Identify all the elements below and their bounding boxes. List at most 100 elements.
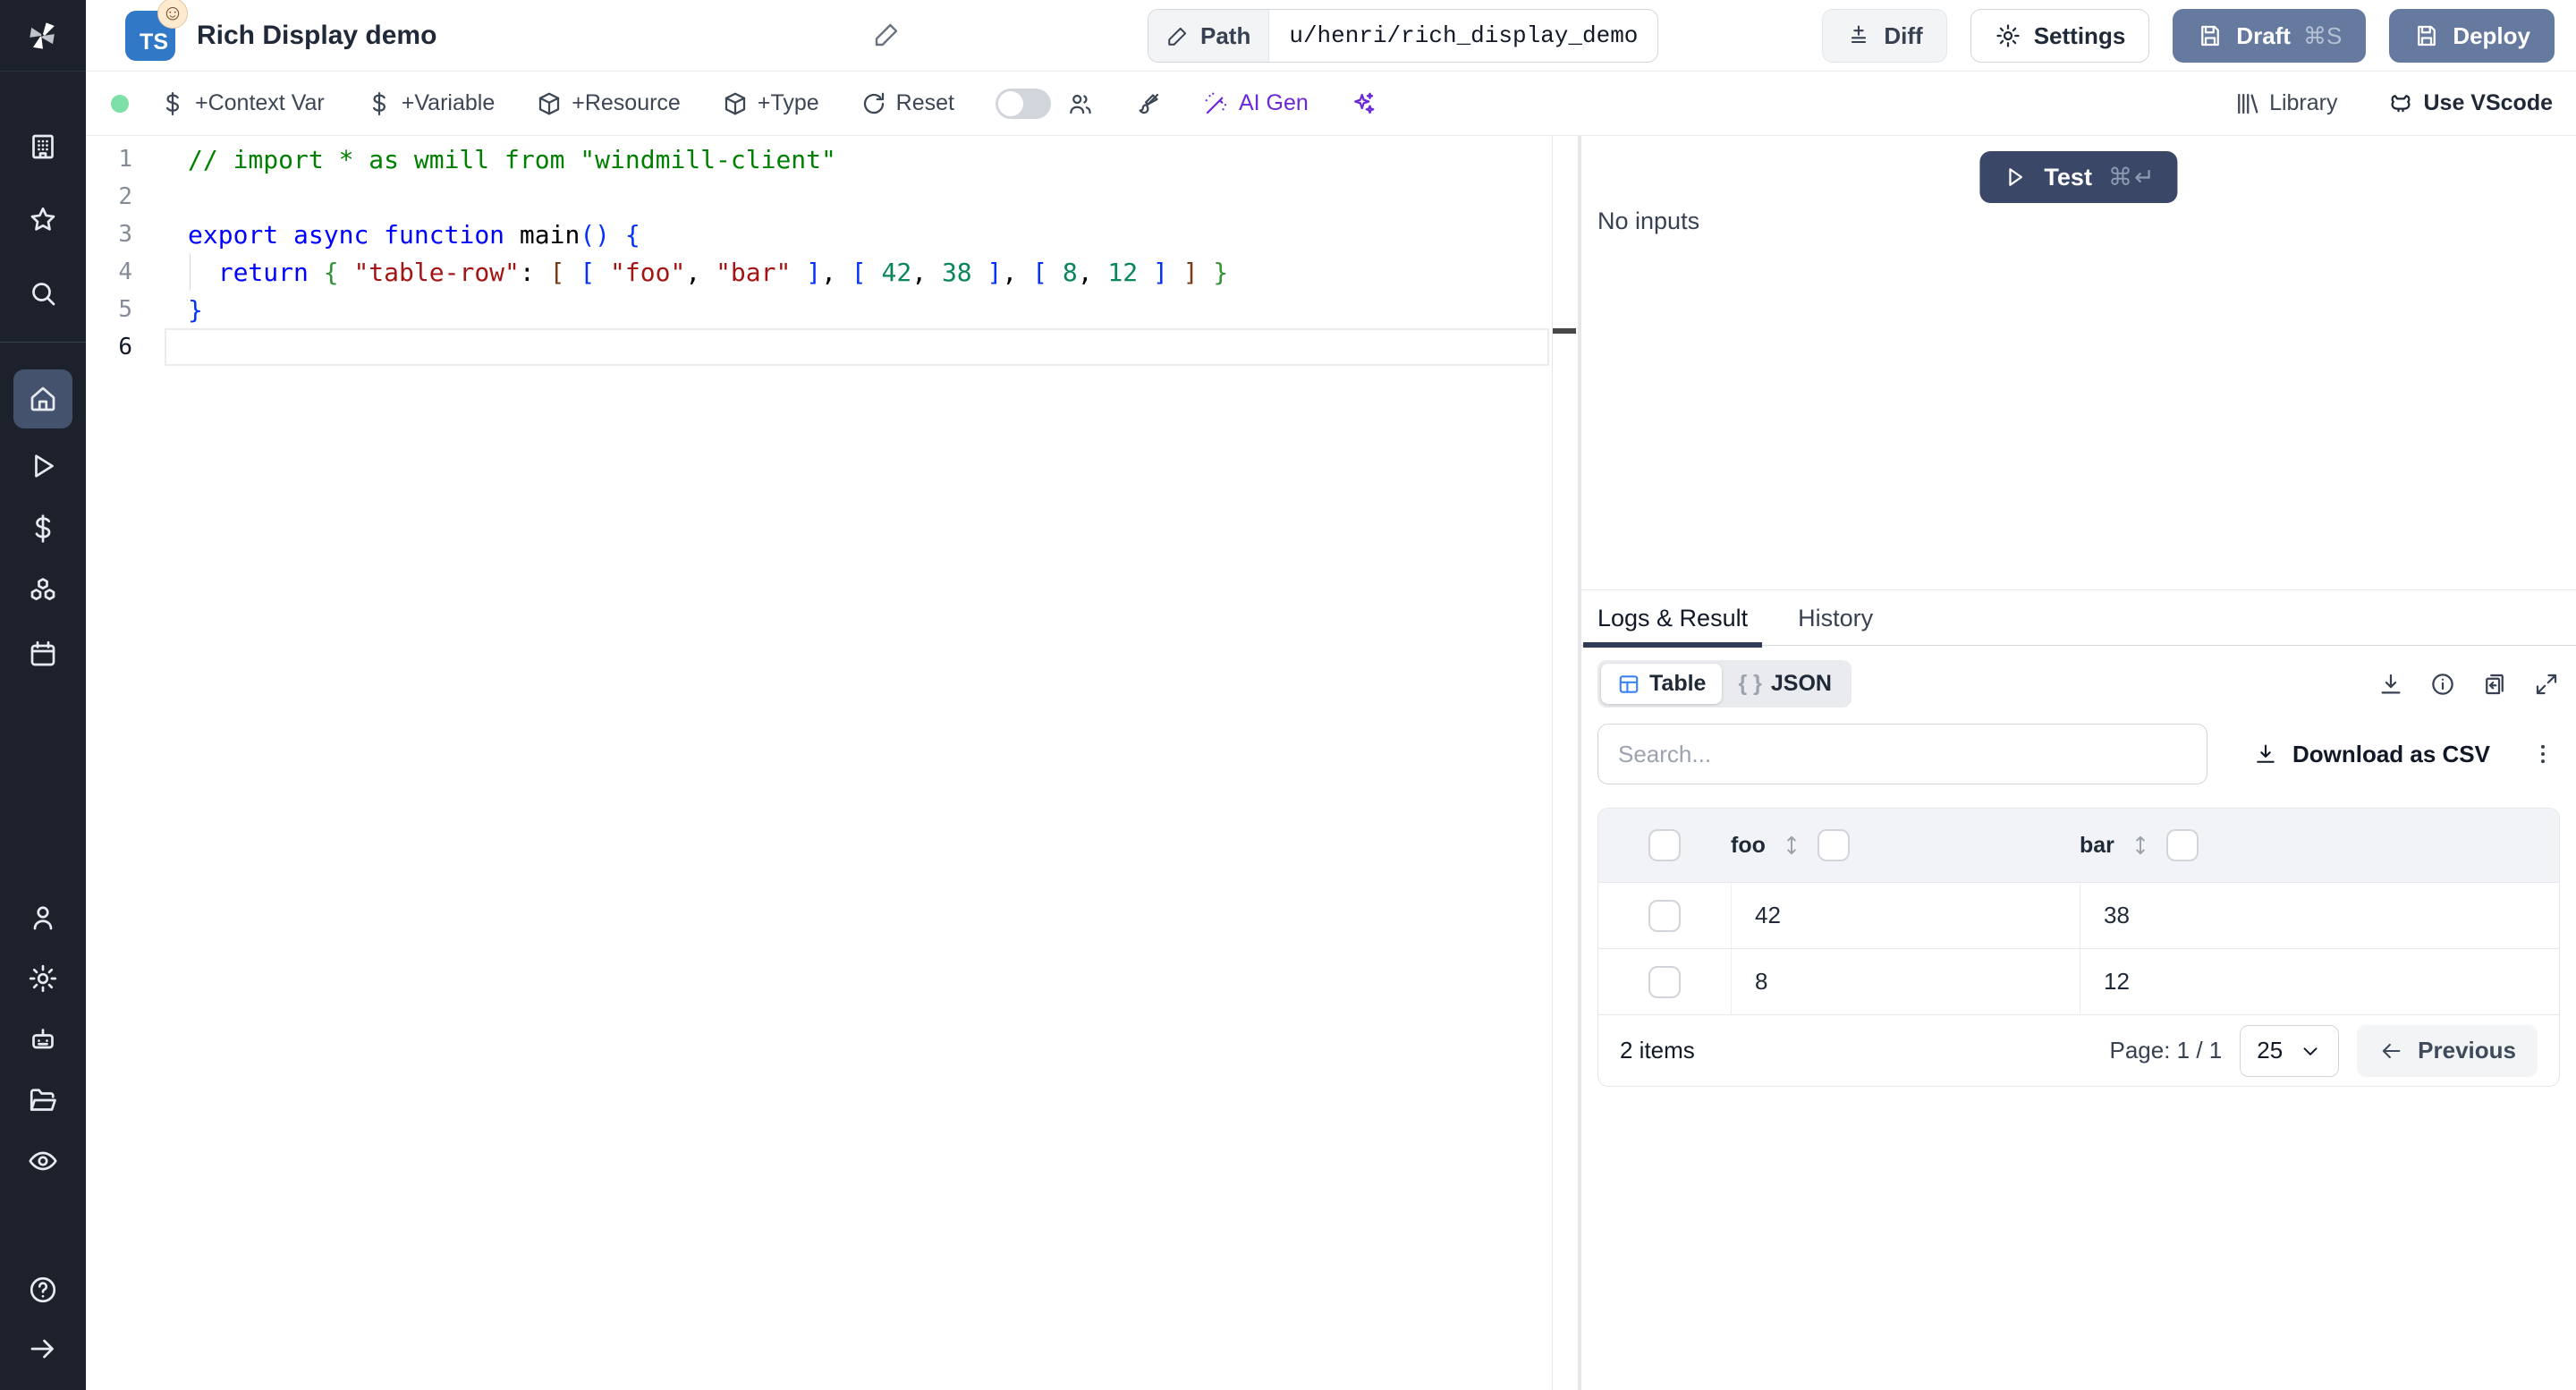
settings-button[interactable]: Settings [1970,9,2150,63]
editor-right-edge [1552,136,1553,1390]
sidebar-item-schedules[interactable] [14,629,72,679]
tab-history[interactable]: History [1798,605,1873,645]
table-body: 42 38 8 12 [1598,882,2559,1014]
search-icon [32,283,55,306]
format-button[interactable] [1135,90,1162,117]
save-icon [2418,25,2436,47]
row-checkbox[interactable] [1648,965,1681,998]
dollar-icon [372,91,386,115]
cubes-icon [30,578,55,601]
package-icon [539,92,560,114]
sidebar-divider [0,342,86,343]
path-button[interactable]: Path [1148,10,1270,62]
column-header-foo[interactable]: foo [1731,833,1766,859]
table-row[interactable]: 8 12 [1598,948,2559,1014]
code-line[interactable]: 6 [86,328,1578,366]
sidebar-item-settings[interactable] [14,954,72,1004]
page-size-select[interactable]: 25 [2240,1024,2340,1077]
sidebar-item-favorites[interactable] [14,195,72,245]
sort-icon[interactable] [2129,834,2152,857]
add-resource-button[interactable]: +Resource [536,90,681,117]
column-header-bar[interactable]: bar [2080,833,2114,859]
sidebar-expand-button[interactable] [14,1324,72,1374]
sidebar-item-search[interactable] [14,268,72,318]
sort-icon[interactable] [1780,834,1803,857]
sidebar-item-users[interactable] [14,893,72,943]
table-menu-button[interactable] [2529,741,2556,767]
ai-gen-button[interactable]: AI Gen [1203,90,1309,117]
code-lines[interactable]: 1 // import * as wmill from "windmill-cli… [86,140,1578,366]
diff-button[interactable]: Diff [1822,9,1947,63]
table-row[interactable]: 42 38 [1598,882,2559,948]
library-button[interactable]: Library [2233,90,2337,117]
code-line[interactable]: 1 // import * as wmill from "windmill-cli… [86,140,1578,178]
result-view-toggle: Table { } JSON [1597,660,1852,708]
column-foo-checkbox[interactable] [1817,829,1850,861]
sidebar-item-variables[interactable] [14,504,72,554]
row-checkbox[interactable] [1648,899,1681,932]
code-line[interactable]: 2 [86,178,1578,216]
column-bar-checkbox[interactable] [2165,829,2199,861]
multiplayer-button[interactable] [1067,90,1094,117]
previous-page-button[interactable]: Previous [2357,1024,2538,1077]
sidebar-item-runs[interactable] [14,441,72,491]
baby-emoji-badge: ☺ [157,0,188,29]
previous-page-label: Previous [2418,1037,2516,1064]
add-context-var-label: +Context Var [195,90,325,115]
collab-toggle[interactable] [995,88,1051,119]
download-csv-button[interactable]: Download as CSV [2253,741,2490,768]
ai-assistant-button[interactable] [1350,90,1377,117]
download-icon[interactable] [2377,671,2404,698]
add-type-button[interactable]: +Type [722,90,819,117]
indent-guide [190,253,191,291]
code-line[interactable]: 3 export async function main() { [86,216,1578,253]
scrollbar-cursor-marker [1553,328,1576,334]
home-icon [30,386,55,411]
clipboard-copy-icon[interactable] [2481,671,2508,698]
tab-logs-result[interactable]: Logs & Result [1582,605,1763,648]
path-control[interactable]: Path u/henri/rich_display_demo [1148,9,1659,63]
sidebar-item-audit-logs[interactable] [14,1136,72,1186]
sidebar-item-resources[interactable] [14,566,72,616]
use-vscode-button[interactable]: Use VScode [2387,90,2553,117]
page-size-value: 25 [2257,1037,2284,1064]
edit-summary-button[interactable] [873,20,902,48]
info-icon[interactable] [2429,671,2456,698]
download-csv-label: Download as CSV [2292,740,2490,767]
run-section: Test ⌘↵ No inputs [1581,136,2576,590]
select-all-checkbox[interactable] [1648,829,1681,861]
brush-icon [1139,93,1159,114]
top-header: TS ☺ Rich Display demo Path u/henri/rich… [86,0,2576,72]
search-input[interactable] [1597,724,2207,784]
line-number: 5 [118,296,132,323]
expand-icon[interactable] [2533,671,2560,698]
code-line[interactable]: 5} [86,291,1578,328]
save-draft-button[interactable]: Draft ⌘S [2173,9,2367,63]
chevron-down-icon [2303,1047,2318,1055]
add-variable-button[interactable]: +Variable [366,90,495,117]
sidebar-item-home[interactable] [13,369,72,428]
reset-label: Reset [895,90,954,115]
windmill-logo[interactable] [0,0,86,72]
test-button[interactable]: Test ⌘↵ [1979,151,2178,203]
settings-button-label: Settings [2033,21,2126,49]
sidebar-item-workers[interactable] [14,1014,72,1064]
add-context-var-button[interactable]: +Context Var [159,90,325,117]
line-number: 3 [118,221,132,248]
code-line[interactable]: 4 return { "table-row": [ [ "foo", "bar"… [86,253,1578,291]
code-editor[interactable]: 1 // import * as wmill from "windmill-cli… [86,136,1578,1390]
braces-icon: { } [1738,671,1762,696]
sidebar-item-workspace[interactable] [14,122,72,172]
sidebar-item-help[interactable] [14,1265,72,1315]
path-button-label: Path [1200,21,1251,49]
view-json-label: JSON [1770,671,1832,696]
deploy-button[interactable]: Deploy [2389,9,2555,63]
view-json-button[interactable]: { } JSON [1722,664,1848,704]
reset-button[interactable]: Reset [860,90,954,117]
view-table-button[interactable]: Table [1601,664,1723,704]
table-cell: 42 [1755,902,1781,928]
add-resource-label: +Resource [572,90,681,115]
run-result-panel: Test ⌘↵ No inputs Logs & Result History [1581,136,2576,1390]
sidebar-item-folders[interactable] [14,1075,72,1125]
result-tabs: Logs & Result History [1581,590,2576,648]
